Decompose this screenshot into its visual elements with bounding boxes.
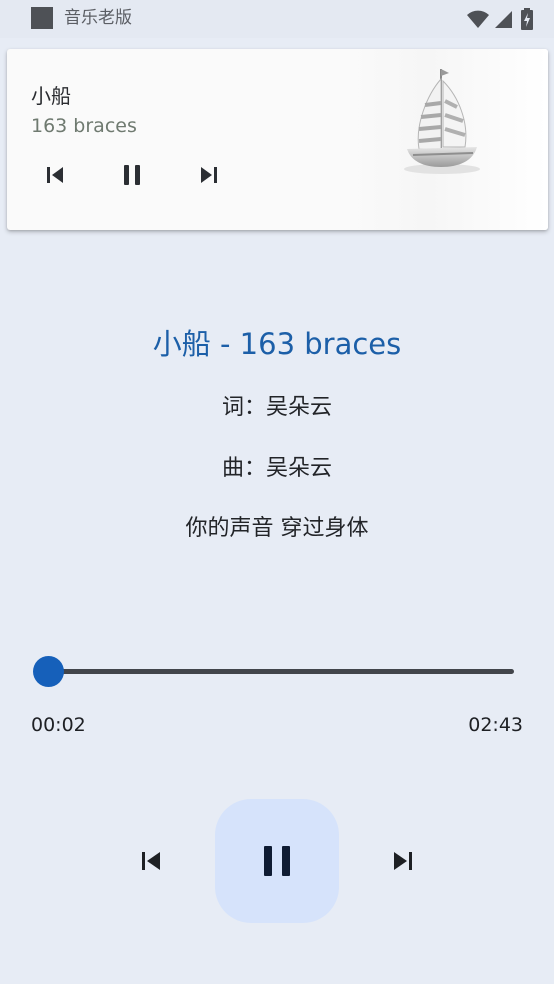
app-icon — [31, 7, 53, 29]
progress-thumb[interactable] — [33, 656, 64, 687]
skip-previous-icon — [142, 852, 160, 870]
music-player-screen: 音乐老版 小船 163 braces 小船 - 163 braces 词：吴朵云… — [0, 0, 554, 984]
previous-button[interactable] — [133, 843, 169, 879]
notification-previous-button[interactable] — [37, 157, 73, 193]
current-time: 00:02 — [31, 714, 86, 736]
skip-previous-icon — [47, 167, 63, 183]
signal-icon — [495, 11, 512, 28]
notification-pause-button[interactable] — [114, 157, 150, 193]
next-button[interactable] — [385, 843, 421, 879]
status-bar: 音乐老版 — [0, 0, 554, 38]
pause-icon — [264, 846, 290, 876]
skip-next-icon — [394, 852, 412, 870]
wifi-icon — [467, 10, 489, 28]
lyric-line: 你的声音 穿过身体 — [185, 516, 369, 541]
app-name: 音乐老版 — [64, 8, 132, 28]
notification-artist: 163 braces — [31, 115, 137, 137]
status-icons — [464, 8, 544, 30]
media-notification-card[interactable]: 小船 163 braces — [7, 49, 548, 230]
pause-button[interactable] — [215, 799, 339, 923]
pause-icon — [124, 165, 140, 185]
battery-icon — [521, 8, 533, 30]
sailboat-album-art — [404, 69, 480, 174]
lyric-line: 曲：吴朵云 — [221, 456, 332, 481]
lyric-line: 词：吴朵云 — [221, 395, 332, 420]
progress-track[interactable] — [48, 669, 514, 674]
skip-next-icon — [201, 167, 217, 183]
song-heading: 小船 - 163 braces — [152, 327, 402, 361]
total-time: 02:43 — [468, 714, 523, 736]
notification-song-title: 小船 — [31, 84, 71, 108]
notification-next-button[interactable] — [191, 157, 227, 193]
